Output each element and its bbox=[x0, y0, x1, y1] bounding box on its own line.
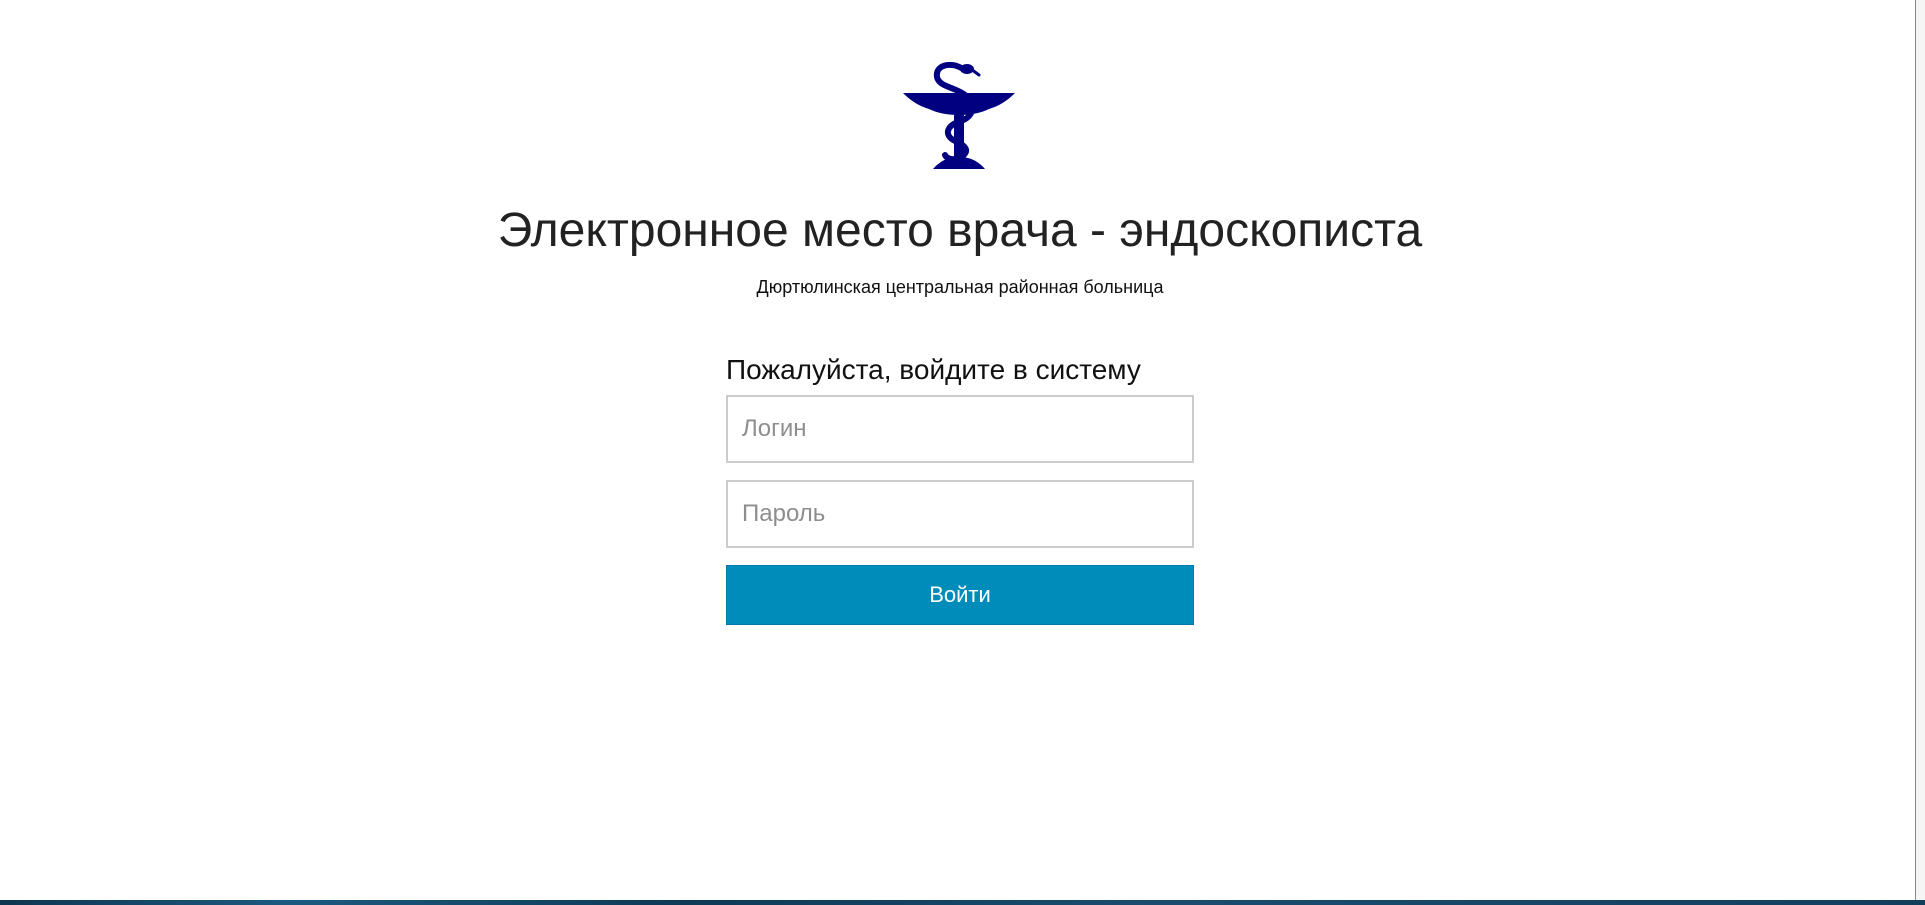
page-title: Электронное место врача - эндоскописта bbox=[497, 204, 1423, 257]
login-form: Пожалуйста, войдите в систему Войти bbox=[726, 353, 1194, 625]
password-input[interactable] bbox=[726, 480, 1194, 548]
login-heading: Пожалуйста, войдите в систему bbox=[726, 354, 1141, 385]
login-page: Электронное место врача - эндоскописта Д… bbox=[0, 0, 1925, 905]
taskbar-strip bbox=[0, 900, 1925, 905]
login-button[interactable]: Войти bbox=[726, 565, 1194, 625]
window-edge bbox=[1915, 0, 1925, 905]
login-input[interactable] bbox=[726, 395, 1194, 463]
hospital-name: Дюртюлинская центральная районная больни… bbox=[756, 277, 1164, 297]
bowl-of-hygieia-icon bbox=[903, 61, 1015, 169]
